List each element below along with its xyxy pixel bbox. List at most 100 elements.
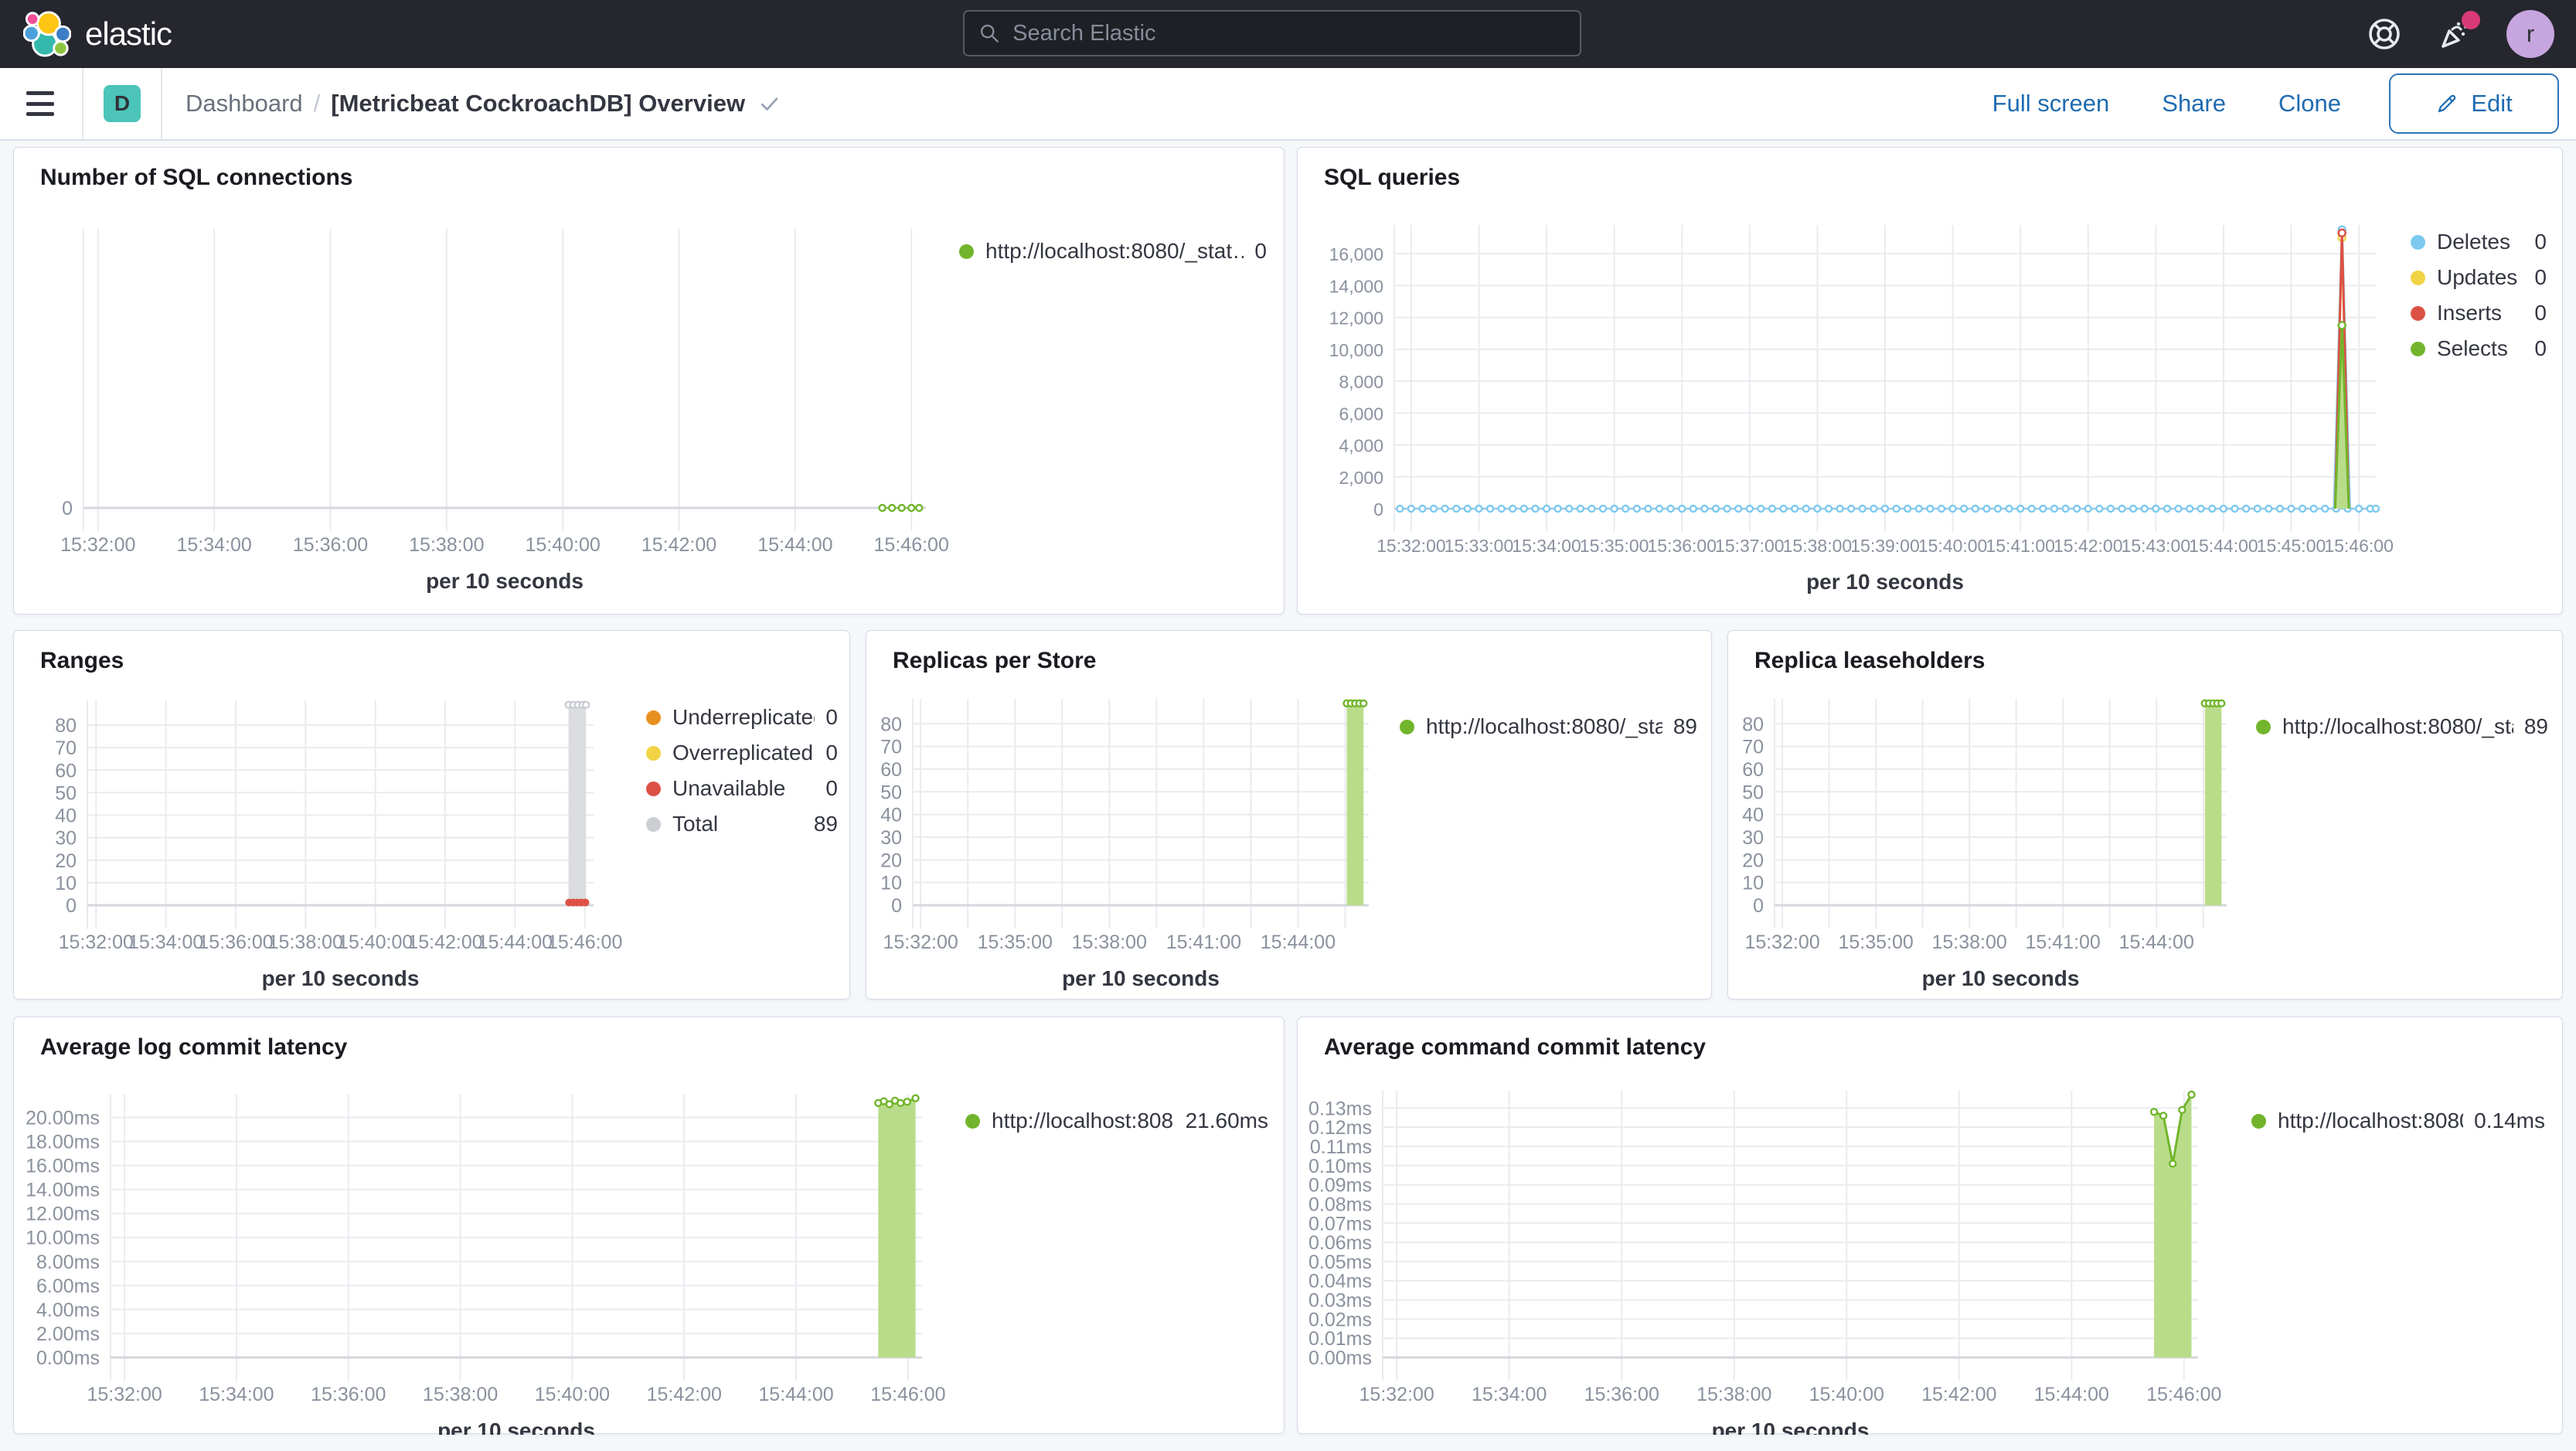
- svg-text:0.00ms: 0.00ms: [36, 1347, 100, 1369]
- svg-text:15:38:00: 15:38:00: [1783, 536, 1853, 556]
- svg-text:60: 60: [1742, 759, 1764, 781]
- svg-text:0.12ms: 0.12ms: [1308, 1117, 1372, 1139]
- user-avatar[interactable]: r: [2506, 10, 2554, 58]
- breadcrumb-dashboard[interactable]: Dashboard: [185, 90, 303, 118]
- svg-text:8,000: 8,000: [1339, 372, 1383, 392]
- app-header: elastic Search Elastic r: [0, 0, 2576, 68]
- svg-text:15:38:00: 15:38:00: [268, 932, 343, 953]
- svg-text:15:44:00: 15:44:00: [757, 534, 832, 556]
- svg-text:15:46:00: 15:46:00: [2324, 536, 2394, 556]
- svg-text:70: 70: [1742, 737, 1764, 758]
- legend-item[interactable]: Deletes 0: [2411, 230, 2547, 254]
- svg-text:15:35:00: 15:35:00: [978, 932, 1053, 953]
- chart-legend: http://localhost:808… 21.60ms: [965, 1109, 1268, 1144]
- share-button[interactable]: Share: [2157, 89, 2231, 118]
- svg-text:15:36:00: 15:36:00: [198, 932, 273, 953]
- svg-text:0.07ms: 0.07ms: [1308, 1213, 1372, 1235]
- svg-text:0: 0: [1373, 499, 1383, 519]
- newsfeed-button[interactable]: [2435, 11, 2480, 54]
- legend-color-dot: [2411, 341, 2425, 356]
- svg-text:70: 70: [55, 737, 77, 759]
- title-check-icon[interactable]: [757, 92, 781, 115]
- svg-text:15:34:00: 15:34:00: [1472, 1384, 1547, 1405]
- svg-text:15:32:00: 15:32:00: [60, 534, 135, 556]
- chart-avg-log-commit-latency[interactable]: 0.00ms2.00ms4.00ms6.00ms 8.00ms 10.00ms 12.…: [14, 1017, 1285, 1435]
- full-screen-button[interactable]: Full screen: [1988, 89, 2115, 118]
- svg-text:15:46:00: 15:46:00: [874, 534, 949, 556]
- legend-label: Selects: [2437, 336, 2508, 360]
- help-button[interactable]: [2364, 14, 2404, 54]
- elastic-logo[interactable]: elastic: [23, 10, 172, 58]
- chart-legend: http://localhost:8080/_sta… 89: [1400, 714, 1697, 750]
- svg-text:15:42:00: 15:42:00: [647, 1384, 722, 1405]
- svg-text:0.10ms: 0.10ms: [1308, 1156, 1372, 1177]
- legend-label: http://localhost:8080/_stat…: [985, 239, 1244, 263]
- svg-text:15:45:00: 15:45:00: [2257, 536, 2326, 556]
- legend-value: 0: [2534, 336, 2547, 360]
- chart-avg-command-commit-latency[interactable]: 0.00ms0.01ms0.02ms0.03ms0.04ms0.05ms0.06…: [1298, 1017, 2564, 1435]
- svg-text:0.05ms: 0.05ms: [1308, 1252, 1372, 1273]
- legend-value: 0: [825, 741, 838, 765]
- legend-value: 89: [813, 812, 838, 836]
- legend-item[interactable]: http://localhost:808… 21.60ms: [965, 1109, 1268, 1133]
- legend-item[interactable]: Updates 0: [2411, 265, 2547, 290]
- svg-text:60: 60: [880, 759, 902, 781]
- chart-sql-connections[interactable]: 0 15:32:00 15:34:00 15:36:00 15:38:00 15:40:0…: [14, 148, 1285, 615]
- legend-color-dot: [646, 781, 661, 796]
- legend-item[interactable]: http://localhost:8080/_stat… 0: [959, 239, 1267, 264]
- legend-item[interactable]: http://localhost:8080/_sta… 89: [1400, 714, 1697, 739]
- svg-text:0: 0: [1753, 895, 1764, 917]
- legend-item[interactable]: Overreplicated 0: [646, 741, 838, 765]
- svg-text:15:37:00: 15:37:00: [1715, 536, 1785, 556]
- legend-item[interactable]: Underreplicated 0: [646, 705, 838, 730]
- svg-text:15:32:00: 15:32:00: [883, 932, 958, 953]
- panel-avg-log-commit-latency: Average log commit latency 0.00ms 2.00ms 4…: [13, 1017, 1285, 1435]
- menu-button[interactable]: [26, 88, 60, 119]
- nav-divider: [161, 68, 162, 139]
- legend-item[interactable]: Selects 0: [2411, 336, 2547, 361]
- svg-text:50: 50: [55, 782, 77, 804]
- svg-text:30: 30: [55, 828, 77, 850]
- svg-text:15:43:00: 15:43:00: [2122, 536, 2191, 556]
- svg-text:12.00ms: 12.00ms: [26, 1204, 100, 1225]
- svg-text:0.04ms: 0.04ms: [1308, 1271, 1372, 1293]
- svg-text:15:46:00: 15:46:00: [547, 932, 622, 953]
- help-icon: [2369, 19, 2400, 49]
- page-title: [Metricbeat CockroachDB] Overview: [331, 90, 746, 117]
- legend-item[interactable]: http://localhost:8080… 0.14ms: [2251, 1109, 2545, 1133]
- edit-button[interactable]: Edit: [2389, 73, 2559, 134]
- pencil-icon: [2438, 94, 2456, 113]
- svg-text:2,000: 2,000: [1339, 468, 1383, 488]
- panel-replicas-per-store: Replicas per Store 0 10 20 30 40 50 60 70 80 15:3…: [866, 630, 1712, 1000]
- svg-text:18.00ms: 18.00ms: [26, 1132, 100, 1153]
- chart-replicas-per-store[interactable]: 01020304050607080 15:32:00 15:35:00 15:38:0…: [866, 631, 1713, 1000]
- svg-text:0.06ms: 0.06ms: [1308, 1232, 1372, 1254]
- legend-color-dot: [2256, 719, 2271, 734]
- legend-item[interactable]: Unavailable 0: [646, 776, 838, 801]
- nav-divider: [82, 68, 83, 139]
- svg-text:per 10 seconds: per 10 seconds: [1922, 966, 2080, 990]
- svg-text:10: 10: [880, 873, 902, 894]
- clone-button[interactable]: Clone: [2274, 89, 2346, 118]
- chart-replica-leaseholders[interactable]: 01020304050607080 15:32:00 15:35:00 15:38:0…: [1728, 631, 2564, 1000]
- svg-text:15:42:00: 15:42:00: [407, 932, 482, 953]
- svg-text:6.00ms: 6.00ms: [36, 1276, 100, 1297]
- legend-label: Underreplicated: [672, 705, 815, 729]
- dashboard-app-badge: D: [104, 85, 141, 122]
- dashboard-nav-bar: D Dashboard / [Metricbeat CockroachDB] O…: [0, 68, 2576, 141]
- legend-label: Updates: [2437, 265, 2518, 289]
- legend-item[interactable]: http://localhost:8080/_sta… 89: [2256, 714, 2548, 739]
- search-input[interactable]: [1011, 19, 1566, 47]
- legend-item[interactable]: Inserts 0: [2411, 301, 2547, 325]
- svg-text:15:40:00: 15:40:00: [338, 932, 413, 953]
- global-search[interactable]: [963, 10, 1581, 56]
- svg-text:70: 70: [880, 737, 902, 758]
- svg-text:80: 80: [55, 715, 77, 737]
- legend-value: 21.60ms: [1185, 1109, 1268, 1133]
- svg-text:15:38:00: 15:38:00: [1931, 932, 2006, 953]
- svg-text:15:41:00: 15:41:00: [1986, 536, 2055, 556]
- svg-text:15:38:00: 15:38:00: [409, 534, 484, 556]
- chart-sql-queries[interactable]: 0 2,000 4,000 6,000 8,000 10,000 12,000 14,000 1…: [1298, 148, 2564, 615]
- svg-text:15:41:00: 15:41:00: [1166, 932, 1241, 953]
- legend-item[interactable]: Total 89: [646, 812, 838, 836]
